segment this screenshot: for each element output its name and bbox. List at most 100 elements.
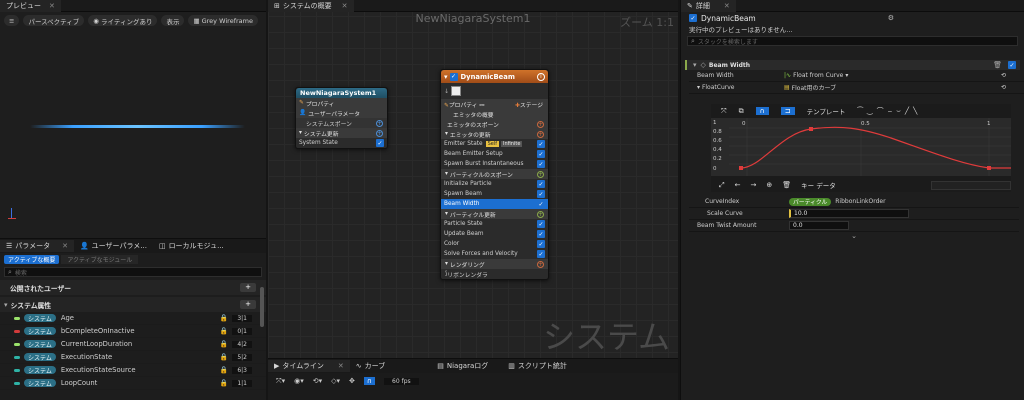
info-icon[interactable]: i xyxy=(537,72,545,81)
tab-script-stats[interactable]: ▥ スクリプト統計 xyxy=(502,360,573,372)
keyframe-icon[interactable]: ✥ xyxy=(349,377,355,385)
curve-key[interactable] xyxy=(987,166,991,170)
scale-curve-row[interactable]: Scale Curve 10.0 xyxy=(689,208,1019,220)
emitter-stack-item[interactable]: ▾ パーティクルのスポーン + xyxy=(441,169,548,179)
delete-key-icon[interactable]: 🗑 xyxy=(782,181,791,189)
module-enabled-checkbox[interactable]: ✓ xyxy=(1008,61,1016,69)
param-search[interactable]: ⌕ 検索 xyxy=(4,267,262,277)
tab-user-parameters[interactable]: 👤 ユーザーパラメ... xyxy=(74,240,153,252)
emitter-stack-item[interactable]: ▾ エミッタの更新 + xyxy=(441,129,548,139)
emitter-stack-item[interactable]: Particle State ✓ xyxy=(441,219,548,229)
emitter-stack-item[interactable]: Solve Forces and Velocity ✓ xyxy=(441,249,548,259)
trash-icon[interactable]: 🗑 xyxy=(993,61,1002,69)
stack-search[interactable]: ⌕ スタックを検索します ⇅ xyxy=(687,36,1018,46)
wireframe-button[interactable]: ▦ Grey Wireframe xyxy=(188,15,258,26)
curve-index-row[interactable]: CurveIndex パーティクル RibbonLinkOrder xyxy=(689,196,1019,208)
system-user-params[interactable]: 👤 ユーザーパラメータ xyxy=(296,108,387,118)
tab-niagara-log[interactable]: ▤ Niagaraログ xyxy=(431,360,494,372)
emitter-enabled-checkbox[interactable]: ✓ xyxy=(449,72,458,81)
beam-width-row[interactable]: Beam Width |∿ Float from Curve ▾ ⟲ xyxy=(689,70,1024,82)
add-icon[interactable]: + xyxy=(537,170,544,178)
perspective-button[interactable]: パースペクティブ xyxy=(23,15,85,26)
emitter-stack-item[interactable]: ⟆ リボンレンダラ xyxy=(441,269,548,279)
curve-presets-icon[interactable]: ⁀‿⌒⌢⌣╱╲ xyxy=(857,106,921,116)
emitter-node[interactable]: ▾ ✓ DynamicBeam i ↓ ✎プロパティ ⚯ ✚ステージ エミッタの概… xyxy=(440,69,549,280)
chevron-down-icon[interactable]: ▾ xyxy=(845,72,848,79)
section-exposed-user[interactable]: 公開されたユーザー + xyxy=(0,280,266,295)
checkbox[interactable]: ✓ xyxy=(537,150,545,158)
float-curve-row[interactable]: ▾ FloatCurve ▤ Float用のカーブ ⟲ xyxy=(689,82,1024,94)
next-key-icon[interactable]: → xyxy=(750,181,756,189)
add-icon[interactable]: + xyxy=(376,129,383,137)
magnet-icon[interactable]: ∩ xyxy=(363,377,376,385)
snap-curve-icon[interactable]: ⊐ xyxy=(780,107,795,115)
checkbox[interactable]: ✓ xyxy=(537,250,545,258)
checkbox[interactable]: ✓ xyxy=(537,230,545,238)
diamond-icon[interactable]: ◇▾ xyxy=(331,377,340,385)
system-spawn[interactable]: システムスポーン + xyxy=(296,118,387,128)
close-icon[interactable]: ✕ xyxy=(338,362,344,370)
emitter-properties-tab[interactable]: ✎プロパティ ⚯ xyxy=(444,100,484,109)
chevron-down-icon[interactable]: ▾ xyxy=(445,171,448,177)
add-icon[interactable]: + xyxy=(537,120,544,128)
add-system-param-button[interactable]: + xyxy=(240,300,256,309)
transform-icon[interactable]: ⤧▾ xyxy=(276,377,285,386)
open-editor-icon[interactable]: ⧉ xyxy=(739,107,744,116)
tab-system-overview[interactable]: ⊞ システムの概要 ✕ xyxy=(268,0,354,12)
system-state[interactable]: System State ✓ xyxy=(296,138,387,148)
curve-graph[interactable]: 1 0.8 0.6 0.4 0.2 0 0 0.5 1 xyxy=(711,118,1011,176)
menu-icon[interactable]: ≡ xyxy=(4,15,20,26)
add-key-icon[interactable]: ⊕ xyxy=(766,181,772,189)
filter-active-modules[interactable]: アクティブなモジュール xyxy=(61,255,139,264)
curve-key[interactable] xyxy=(739,166,743,170)
checkbox[interactable]: ✓ xyxy=(537,160,545,168)
emitter-stack-item[interactable]: Spawn Burst Instantaneous ✓ xyxy=(441,159,548,169)
tab-parameters[interactable]: ☰ パラメータ ✕ xyxy=(0,240,74,252)
add-icon[interactable]: + xyxy=(376,119,383,127)
emitter-stack-item[interactable]: Emitter State Self Infinite ✓ xyxy=(441,139,548,149)
checkbox[interactable]: ✓ xyxy=(376,139,384,147)
emitter-stack-item[interactable]: Color ✓ xyxy=(441,239,548,249)
close-icon[interactable]: ✕ xyxy=(724,2,730,10)
magnet-icon[interactable]: ∩ xyxy=(755,107,769,115)
zoom-fit-icon[interactable]: ⤧ xyxy=(721,107,727,116)
param-row[interactable]: システム LoopCount 🔒 1|1 xyxy=(0,377,266,390)
tab-details[interactable]: ✎ 詳細 ✕ xyxy=(681,0,736,12)
lighting-button[interactable]: ◉ ライティングあり xyxy=(88,15,158,26)
emitter-stack-item[interactable]: Beam Emitter Setup ✓ xyxy=(441,149,548,159)
checkbox[interactable]: ✓ xyxy=(537,240,545,248)
emitter-checkbox[interactable]: ✓ xyxy=(689,14,697,22)
param-row[interactable]: システム bCompleteOnInactive 🔒 0|1 xyxy=(0,325,266,338)
fps-select[interactable]: 60 fps xyxy=(384,377,419,385)
add-icon[interactable]: + xyxy=(537,260,544,268)
close-icon[interactable]: ✕ xyxy=(62,242,68,250)
chevron-down-icon[interactable]: ▾ xyxy=(445,261,448,267)
emitter-stack-item[interactable]: Update Beam ✓ xyxy=(441,229,548,239)
checkbox[interactable]: ✓ xyxy=(537,140,545,148)
tab-local-modules[interactable]: ◫ ローカルモジュ... xyxy=(153,240,230,252)
chevron-down-icon[interactable]: ▾ xyxy=(697,84,700,91)
scrollbar[interactable] xyxy=(260,287,264,327)
section-system-attributes[interactable]: ▾ システム属性 + xyxy=(0,297,266,312)
checkbox[interactable]: ✓ xyxy=(537,190,545,198)
param-row[interactable]: システム ExecutionStateSource 🔒 6|3 xyxy=(0,364,266,377)
expand-more-icon[interactable]: ⌄ xyxy=(689,232,1019,242)
emitter-stack-item[interactable]: Beam Width ✓ xyxy=(441,199,548,209)
add-icon[interactable]: + xyxy=(537,210,544,218)
curve-key[interactable] xyxy=(809,127,813,131)
gear-icon[interactable]: ⚙ xyxy=(888,14,894,22)
beam-twist-input[interactable]: 0.0 xyxy=(789,221,849,230)
fit-icon[interactable]: ⤢ xyxy=(719,181,725,190)
system-properties[interactable]: ✎ プロパティ xyxy=(296,98,387,108)
emitter-stage-tab[interactable]: ✚ステージ xyxy=(515,100,543,109)
add-user-param-button[interactable]: + xyxy=(240,283,256,292)
param-row[interactable]: システム CurrentLoopDuration 🔒 4|2 xyxy=(0,338,266,351)
chevron-down-icon[interactable]: ▾ xyxy=(445,211,448,217)
filter-active-overview[interactable]: アクティブな概要 xyxy=(4,255,60,264)
emitter-stack-item[interactable]: エミッタの概要 xyxy=(441,109,548,119)
beam-twist-row[interactable]: Beam Twist Amount 0.0 xyxy=(689,220,1019,232)
emitter-stack-item[interactable]: Initialize Particle ✓ xyxy=(441,179,548,189)
close-icon[interactable]: ✕ xyxy=(342,2,348,10)
emitter-stack-item[interactable]: ▾ パーティクル更新 + xyxy=(441,209,548,219)
system-node[interactable]: NewNiagaraSystem1 ✎ プロパティ 👤 ユーザーパラメータ システム… xyxy=(295,87,388,149)
